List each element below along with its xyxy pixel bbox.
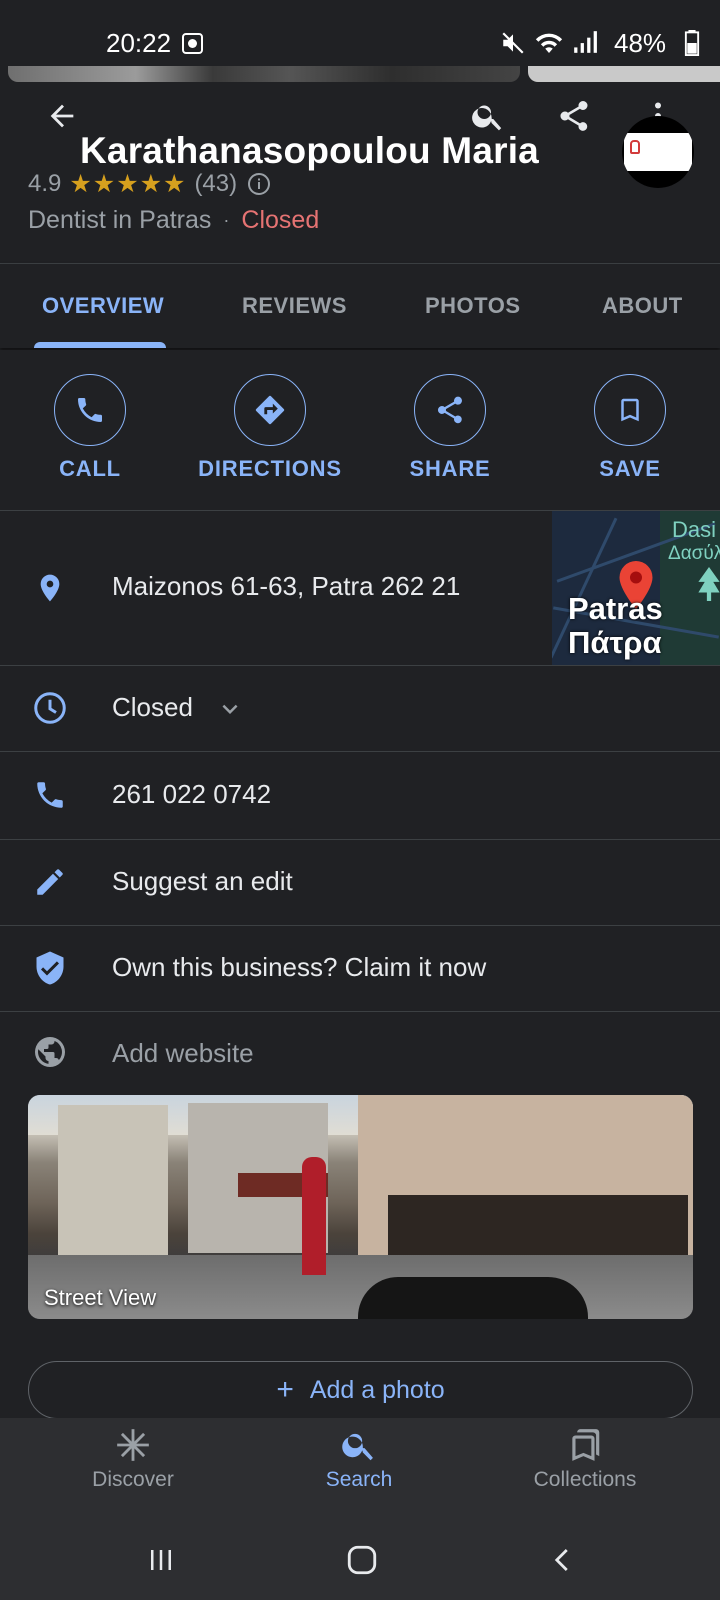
info-icon[interactable] <box>247 172 271 196</box>
bottom-navigation: Discover Search Collections <box>0 1418 720 1518</box>
rating-row[interactable]: 4.9 ★★★★★ (43) <box>28 168 271 200</box>
status-icons: 48% <box>500 26 720 58</box>
suggest-edit-row[interactable]: Suggest an edit <box>0 840 720 925</box>
photo-strip[interactable] <box>0 66 720 82</box>
nav-collections[interactable]: Collections <box>495 1426 675 1492</box>
status-bar: 20:22 48% <box>0 0 720 70</box>
map-label-patras: Patras <box>568 591 663 626</box>
discover-icon <box>117 1429 149 1461</box>
directions-label: DIRECTIONS <box>198 456 342 481</box>
back-button[interactable] <box>40 94 84 138</box>
share-header-button[interactable] <box>552 94 596 138</box>
business-logo[interactable] <box>622 116 694 188</box>
clock-icon <box>28 686 72 730</box>
call-button[interactable]: CALL <box>0 374 180 482</box>
nav-collections-label: Collections <box>533 1468 637 1491</box>
suggest-edit-text: Suggest an edit <box>112 866 293 896</box>
street-view-label: Street View <box>44 1285 157 1310</box>
map-label-patras-greek: Πάτρα <box>568 625 662 660</box>
claim-business-text: Own this business? Claim it now <box>112 952 487 982</box>
add-photo-button[interactable]: + Add a photo <box>28 1361 693 1419</box>
category-row: Dentist in Patras · Closed <box>28 206 319 235</box>
nav-discover-label: Discover <box>92 1468 174 1491</box>
mute-icon <box>502 32 524 54</box>
share-label: SHARE <box>409 456 491 481</box>
home-button[interactable] <box>342 1540 382 1580</box>
claim-business-row[interactable]: Own this business? Claim it now <box>0 926 720 1011</box>
nav-search-label: Search <box>325 1468 393 1491</box>
share-button[interactable]: SHARE <box>360 374 540 482</box>
phone-number: 261 022 0742 <box>112 779 272 809</box>
search-icon <box>342 1433 373 1461</box>
header-photo[interactable] <box>8 66 520 82</box>
save-label: SAVE <box>599 456 661 481</box>
recent-apps-button[interactable] <box>141 1540 181 1580</box>
home-icon <box>347 1545 377 1575</box>
globe-icon <box>28 1030 72 1074</box>
bookmark-icon <box>621 398 639 422</box>
directions-icon <box>255 395 285 425</box>
active-tab-indicator <box>34 342 166 348</box>
back-arrow-icon <box>50 104 74 128</box>
nav-discover[interactable]: Discover <box>43 1426 223 1492</box>
collections-icon <box>572 1429 600 1461</box>
chevron-down-icon[interactable] <box>215 694 245 724</box>
tab-about[interactable]: ABOUT <box>602 264 683 348</box>
street-view-image[interactable]: Street View <box>28 1095 693 1319</box>
phone-icon <box>28 773 72 817</box>
share-icon <box>560 101 588 131</box>
screen-record-icon <box>182 33 203 54</box>
tab-reviews[interactable]: REVIEWS <box>242 264 347 348</box>
tab-overview[interactable]: OVERVIEW <box>42 264 164 348</box>
system-navigation-bar <box>0 1518 720 1600</box>
separator-dot: · <box>223 210 230 230</box>
add-photo-label: Add a photo <box>309 1375 445 1404</box>
share-icon <box>437 396 462 424</box>
status-time: 20:22 <box>106 28 172 58</box>
phone-icon <box>78 398 102 422</box>
call-label: CALL <box>59 456 121 481</box>
category-label: Dentist in Patras <box>28 206 212 234</box>
signal-icon <box>574 31 597 53</box>
tab-photos[interactable]: PHOTOS <box>425 264 521 348</box>
tab-bar: OVERVIEW REVIEWS PHOTOS ABOUT <box>0 264 720 348</box>
open-status: Closed <box>241 206 320 234</box>
add-website-text: Add website <box>112 1038 254 1068</box>
verified-shield-icon <box>28 946 72 990</box>
plus-icon: + <box>276 1373 294 1406</box>
place-title: Karathanasopoulou Maria <box>80 130 539 171</box>
map-label-dasi: Dasi <box>672 517 717 542</box>
edit-pencil-icon <box>28 860 72 904</box>
location-pin-icon <box>28 566 72 610</box>
system-back-button[interactable] <box>543 1540 583 1580</box>
directions-button[interactable]: DIRECTIONS <box>180 374 360 482</box>
rating-value: 4.9 <box>28 170 62 197</box>
address-text: Maizonos 61-63, Patra 262 21 <box>112 571 461 601</box>
header-photo[interactable] <box>528 66 720 82</box>
battery-percent: 48% <box>614 28 667 58</box>
review-count: (43) <box>194 170 238 197</box>
action-buttons: CALL DIRECTIONS SHARE SAVE <box>0 350 720 510</box>
tree-icon <box>698 567 720 601</box>
wifi-icon <box>535 33 563 53</box>
system-back-icon <box>554 1549 568 1571</box>
search-icon <box>472 105 502 131</box>
hours-row[interactable]: Closed <box>0 666 720 751</box>
battery-icon <box>684 30 700 56</box>
save-button[interactable]: SAVE <box>540 374 720 482</box>
star-rating-icon: ★★★★★ <box>69 170 187 198</box>
add-website-row[interactable]: Add website <box>0 1012 720 1092</box>
tooth-icon <box>630 140 640 154</box>
map-label-dasi-greek: Δασύλ <box>668 543 720 564</box>
map-thumbnail[interactable]: Dasi Δασύλ Patras Πάτρα <box>552 511 720 665</box>
nav-search[interactable]: Search <box>269 1426 449 1492</box>
hours-status: Closed <box>112 692 193 722</box>
phone-row[interactable]: 261 022 0742 <box>0 752 720 839</box>
recent-apps-icon <box>151 1550 171 1570</box>
